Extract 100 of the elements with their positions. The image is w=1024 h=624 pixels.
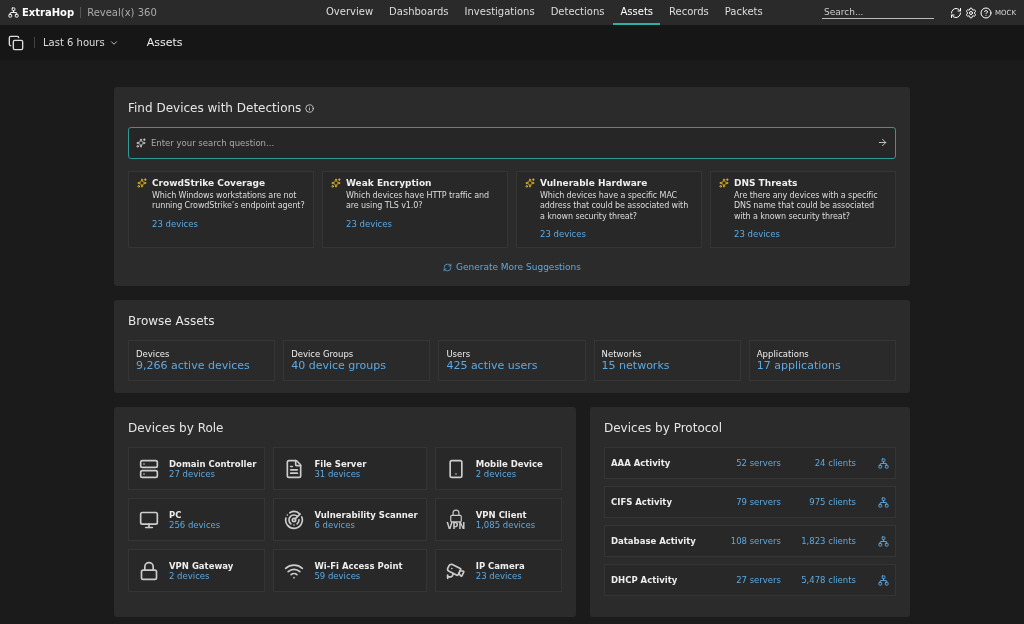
help-icon[interactable] (979, 6, 992, 19)
panel-title: Devices by Role (128, 421, 225, 436)
device-count-link[interactable]: 23 devices (540, 229, 586, 240)
asset-count-link[interactable]: 17 applications (756, 359, 888, 373)
servers-link[interactable]: 52 servers (706, 458, 781, 469)
nav-tab[interactable]: Investigations (457, 0, 542, 25)
role-card[interactable]: Vulnerability Scanner 6 devices (273, 498, 427, 542)
suggestion-title: Weak Encryption (346, 178, 433, 188)
role-card[interactable]: PC 256 devices (128, 498, 266, 542)
suggestion-title: DNS Threats (734, 178, 799, 188)
clients-link[interactable]: 5,478 clients (781, 575, 856, 586)
protocol-row[interactable]: Database Activity 108 servers 1,823 clients (604, 525, 896, 558)
nav-tab[interactable]: Records (662, 0, 716, 25)
document-icon (284, 458, 305, 479)
suggestion-question: Which devices have HTTP traffic and are using TLS v1.0? (346, 191, 491, 212)
role-card[interactable]: VPN Gateway 2 devices (128, 549, 266, 593)
asset-card[interactable]: Networks 15 networks (593, 340, 741, 382)
device-count-link[interactable]: 6 devices (314, 519, 418, 530)
servers-link[interactable]: 108 servers (706, 536, 781, 547)
suggestion-question: Are there any devices with a specific DNS name that could be associated with a known security threat? (734, 191, 879, 223)
role-card[interactable]: File Server 31 devices (273, 447, 427, 491)
panel-title: Find Devices with Detections (128, 101, 302, 115)
suggestion-card[interactable]: Weak Encryption Which devices have HTTP traffic and are using TLS v1.0? 23 devices (322, 171, 508, 249)
panel-title: Browse Assets (128, 314, 216, 329)
network-icon[interactable] (878, 535, 889, 547)
clients-link[interactable]: 975 clients (781, 497, 856, 508)
role-name: VPN Client (475, 509, 528, 520)
role-card[interactable]: VPN VPN Client 1,085 devices (434, 498, 562, 542)
network-icon[interactable] (878, 496, 889, 508)
clients-link[interactable]: 24 clients (781, 458, 856, 469)
brand-name: ExtraHop (22, 7, 75, 18)
asset-card[interactable]: Applications 17 applications (748, 340, 896, 382)
network-icon[interactable] (878, 574, 889, 586)
device-count-link[interactable]: 31 devices (314, 468, 367, 479)
asset-card[interactable]: Users 425 active users (438, 340, 586, 382)
refresh-icon (442, 262, 452, 272)
protocol-row[interactable]: AAA Activity 52 servers 24 clients (604, 447, 896, 480)
device-count-link[interactable]: 23 devices (734, 229, 780, 240)
role-name: VPN Gateway (169, 560, 234, 571)
suggestion-title: CrowdStrike Coverage (152, 178, 267, 188)
protocol-name: Database Activity (611, 536, 697, 547)
device-count-link[interactable]: 2 devices (475, 468, 543, 479)
device-count-link[interactable]: 256 devices (169, 519, 221, 530)
role-card[interactable]: Wi-Fi Access Point 59 devices (273, 549, 427, 593)
suggestion-card[interactable]: CrowdStrike Coverage Which Windows workstations are not running CrowdStrike’s endpoint agent? 23 devices (128, 171, 314, 249)
nav-tab[interactable]: Overview (319, 0, 381, 25)
page-title: Assets (146, 36, 183, 49)
device-count-link[interactable]: 23 devices (475, 570, 525, 581)
role-card[interactable]: IP Camera 23 devices (434, 549, 562, 593)
protocol-row[interactable]: DHCP Activity 27 servers 5,478 clients (604, 564, 896, 597)
question-field[interactable]: Enter your search question... (128, 127, 896, 159)
time-range-button[interactable]: Last 6 hours (34, 37, 127, 48)
logo-icon (8, 7, 19, 18)
network-icon[interactable] (878, 457, 889, 469)
role-card[interactable]: Domain Controller 27 devices (128, 447, 266, 491)
search-field[interactable]: Search... (821, 6, 934, 19)
device-count-link[interactable]: 2 devices (169, 570, 234, 581)
role-card[interactable]: Mobile Device 2 devices (434, 447, 562, 491)
clients-link[interactable]: 1,823 clients (781, 536, 856, 547)
asset-count-link[interactable]: 40 device groups (291, 359, 423, 373)
generate-link[interactable]: Generate More Suggestions (442, 262, 582, 273)
monitor-icon (139, 509, 159, 530)
protocol-row[interactable]: CIFS Activity 79 servers 975 clients (604, 486, 896, 519)
servers-link[interactable]: 27 servers (706, 575, 781, 586)
role-name: Domain Controller (169, 458, 257, 469)
sparkle-icon (331, 178, 341, 188)
refresh-icon[interactable] (949, 6, 962, 19)
submit-arrow-icon[interactable] (877, 137, 888, 148)
protocol-name: DHCP Activity (611, 575, 679, 586)
role-name: File Server (314, 458, 367, 469)
asset-label: Devices (136, 349, 171, 360)
window-icon[interactable] (8, 34, 24, 51)
servers-link[interactable]: 79 servers (706, 497, 781, 508)
asset-card[interactable]: Devices 9,266 active devices (128, 340, 276, 382)
device-count-link[interactable]: 23 devices (152, 218, 198, 229)
role-name: Vulnerability Scanner (314, 509, 418, 520)
settings-icon[interactable] (964, 6, 977, 19)
protocol-name: AAA Activity (611, 458, 672, 469)
asset-label: Applications (756, 349, 810, 360)
device-count-link[interactable]: 59 devices (314, 570, 403, 581)
device-count-link[interactable]: 1,085 devices (475, 519, 536, 530)
asset-count-link[interactable]: 425 active users (446, 359, 578, 373)
asset-count-link[interactable]: 9,266 active devices (136, 359, 268, 373)
suggestion-card[interactable]: Vulnerable Hardware Which devices have a specific MAC address that could be associated with a known security threat? 23 devices (516, 171, 702, 249)
nav-tab[interactable]: Detections (543, 0, 612, 25)
role-name: Wi-Fi Access Point (314, 560, 403, 571)
nav-tab[interactable]: Dashboards (382, 0, 456, 25)
device-count-link[interactable]: 27 devices (169, 468, 257, 479)
sparkle-icon (719, 178, 729, 188)
product-name: Reveal(x) 360 (80, 7, 157, 18)
role-name: IP Camera (475, 560, 525, 571)
info-icon[interactable] (305, 103, 315, 113)
suggestion-question: Which Windows workstations are not running CrowdStrike’s endpoint agent? (152, 191, 306, 212)
device-count-link[interactable]: 23 devices (346, 218, 392, 229)
sparkle-icon (137, 178, 147, 188)
sparkle-icon (525, 178, 535, 188)
asset-count-link[interactable]: 15 networks (601, 359, 733, 373)
asset-card[interactable]: Device Groups 40 device groups (283, 340, 431, 382)
nav-tab[interactable]: Packets (717, 0, 770, 25)
suggestion-card[interactable]: DNS Threats Are there any devices with a specific DNS name that could be associated with a known security threat? 23 devices (710, 171, 896, 249)
